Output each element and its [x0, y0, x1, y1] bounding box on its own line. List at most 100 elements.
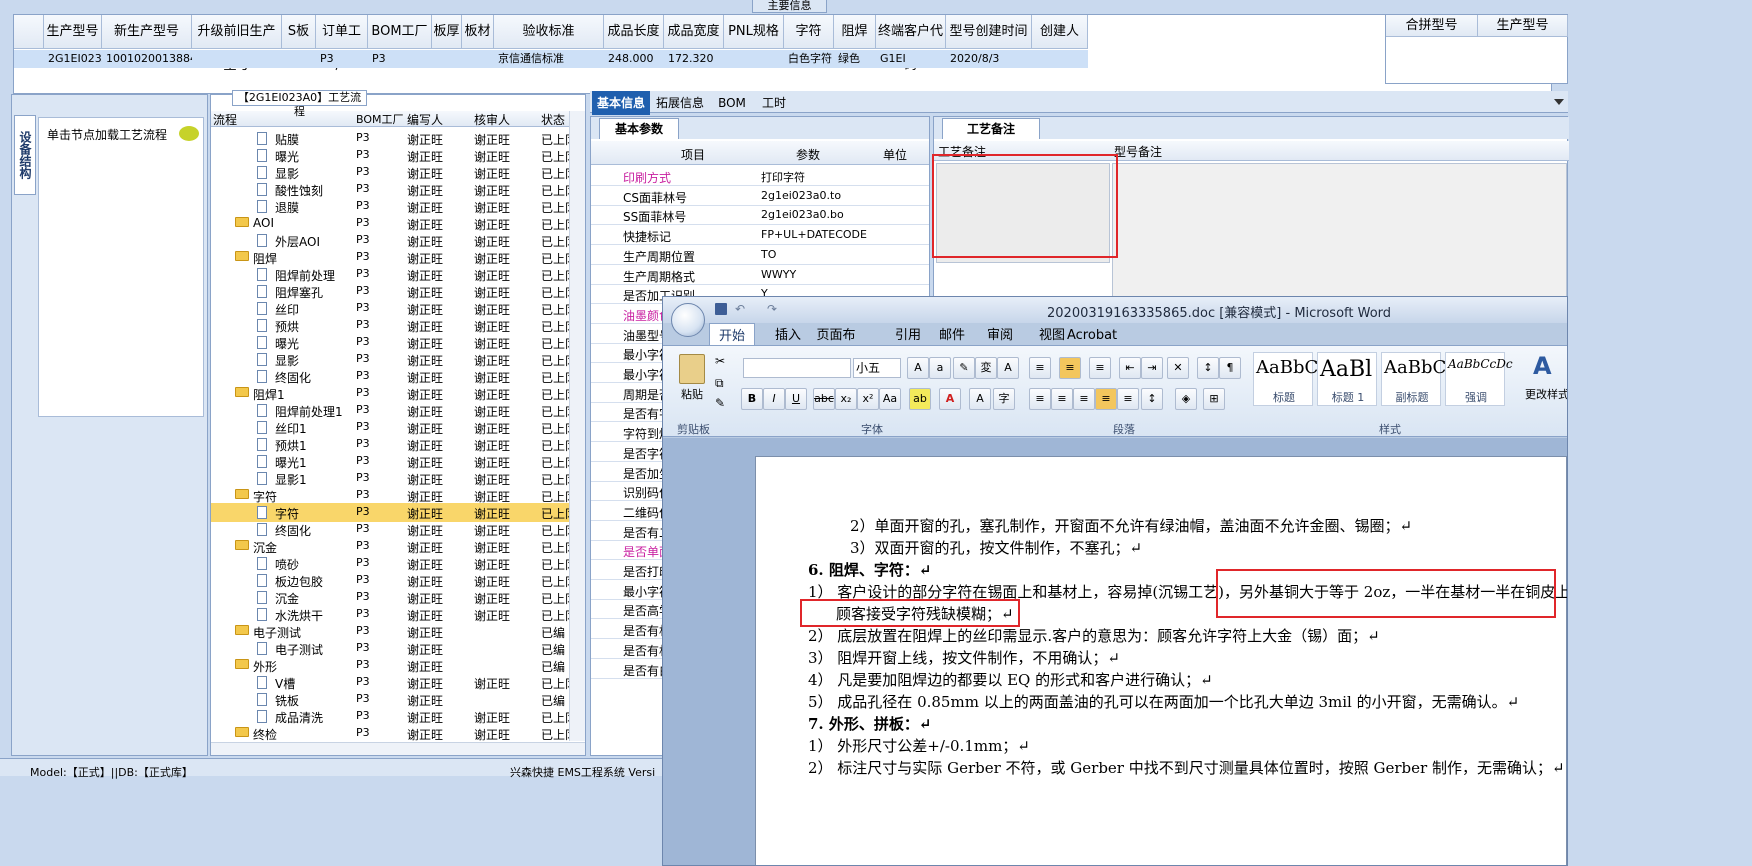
bold-icon[interactable]: B: [741, 388, 763, 410]
phonetic-icon[interactable]: 変: [975, 357, 997, 379]
decrease-indent-icon[interactable]: ⇤: [1119, 357, 1141, 379]
param-value[interactable]: FP+UL+DATECODE: [761, 228, 867, 241]
col-writer[interactable]: 编写人: [407, 111, 443, 128]
col-item[interactable]: 项目: [681, 146, 705, 163]
param-row[interactable]: CS面菲林号 2g1ei023a0.to: [591, 186, 929, 206]
top-row-cell[interactable]: [1032, 50, 1088, 68]
shading-icon[interactable]: ◈: [1175, 388, 1197, 410]
cut-icon[interactable]: ✂: [715, 354, 725, 368]
align-left-icon[interactable]: ≡: [1029, 388, 1051, 410]
align-right-icon[interactable]: ≡: [1073, 388, 1095, 410]
vertical-scrollbar[interactable]: [569, 111, 585, 741]
top-row-cell[interactable]: [432, 50, 462, 68]
top-row-cell[interactable]: 172.320: [664, 50, 724, 68]
param-value[interactable]: TO: [761, 248, 776, 261]
device-structure-tab[interactable]: 设备结构: [14, 115, 36, 195]
col-reviewer[interactable]: 核审人: [474, 111, 510, 128]
tab-bom[interactable]: BOM: [712, 91, 752, 115]
param-value[interactable]: 2g1ei023a0.to: [761, 189, 841, 202]
top-col-header[interactable]: 创建人: [1032, 15, 1088, 49]
paste-icon[interactable]: [679, 354, 705, 384]
multilevel-icon[interactable]: ≡: [1089, 357, 1111, 379]
document-page[interactable]: 2）单面开窗的孔，塞孔制作，开窗面不允许有绿油帽，盖油面不允许金圈、锡圈；↵ 3）…: [755, 456, 1567, 865]
param-value[interactable]: WWYY: [761, 268, 796, 281]
top-col-header[interactable]: 生产型号: [44, 15, 102, 49]
top-row-cell[interactable]: [724, 50, 784, 68]
bullets-icon[interactable]: ≡: [1029, 357, 1051, 379]
top-col-header[interactable]: 字符: [784, 15, 834, 49]
top-row-cell[interactable]: P3: [368, 50, 432, 68]
style-item[interactable]: AaBbC 标题: [1253, 352, 1318, 406]
highlight-icon[interactable]: ab: [909, 388, 931, 410]
top-row-cell[interactable]: [192, 50, 282, 68]
change-styles-icon[interactable]: A: [1533, 352, 1552, 380]
param-row[interactable]: 印刷方式 打印字符: [591, 166, 929, 186]
top-row-cell[interactable]: [462, 50, 494, 68]
top-row-cell[interactable]: 白色字符: [784, 50, 834, 68]
param-value[interactable]: 打印字符: [761, 169, 805, 185]
craft-notes-tab[interactable]: 工艺备注: [942, 118, 1040, 139]
show-marks-icon[interactable]: ¶: [1219, 357, 1241, 379]
param-row[interactable]: 生产周期位置 TO: [591, 245, 929, 265]
char-border-icon[interactable]: A: [997, 357, 1019, 379]
horizontal-scrollbar[interactable]: [211, 742, 585, 755]
top-row-cell[interactable]: 10010200138841: [102, 50, 204, 68]
font-size-select[interactable]: 小五: [853, 358, 901, 378]
top-col-header[interactable]: S板: [282, 15, 316, 49]
top-col-header[interactable]: 升级前旧生产型号: [192, 15, 282, 73]
param-row[interactable]: 生产周期格式 WWYY: [591, 265, 929, 285]
top-col-header[interactable]: PNL规格: [724, 15, 784, 49]
redo-icon[interactable]: ↷: [767, 302, 777, 316]
tab-ext-info[interactable]: 拓展信息: [652, 91, 708, 115]
char-shading-icon[interactable]: A: [969, 388, 991, 410]
top-col-header[interactable]: BOM工厂: [368, 15, 432, 49]
style-item[interactable]: AaBl 标题 1: [1317, 352, 1377, 406]
top-row-cell[interactable]: 2G1EI023A0: [44, 50, 116, 68]
font-name-select[interactable]: [743, 358, 851, 378]
top-col-header[interactable]: 订单工厂: [316, 15, 368, 73]
top-col-header[interactable]: 阻焊: [834, 15, 876, 49]
tab-hours[interactable]: 工时: [752, 91, 796, 115]
top-col-header[interactable]: 新生产型号: [102, 15, 192, 49]
top-col-header[interactable]: 验收标准: [494, 15, 604, 49]
col-value[interactable]: 参数: [796, 146, 820, 163]
tab-basic-info[interactable]: 基本信息: [592, 91, 650, 115]
top-row-cell[interactable]: 京信通信标准: [494, 50, 604, 68]
style-item[interactable]: AaBbC 副标题: [1381, 352, 1446, 406]
top-row-cell[interactable]: 248.000: [604, 50, 664, 68]
top-row-cell[interactable]: 2020/8/3: [946, 50, 1032, 68]
distribute-icon[interactable]: ≡: [1117, 388, 1139, 410]
copy-icon[interactable]: ⧉: [715, 376, 724, 391]
top-col-header[interactable]: 终端客户代码: [876, 15, 946, 73]
line-spacing-icon[interactable]: ↕: [1141, 388, 1163, 410]
top-row-cell[interactable]: [282, 50, 316, 68]
superscript-icon[interactable]: x²: [857, 388, 879, 410]
numbering-icon[interactable]: ≡: [1059, 357, 1081, 379]
increase-indent-icon[interactable]: ⇥: [1141, 357, 1163, 379]
param-value[interactable]: 2g1ei023a0.bo: [761, 208, 844, 221]
sort-icon[interactable]: ↕: [1197, 357, 1219, 379]
col-unit[interactable]: 单位: [883, 146, 907, 163]
top-col-header[interactable]: 型号创建时间: [946, 15, 1032, 49]
font-color-icon[interactable]: A: [939, 388, 961, 410]
top-row-cell[interactable]: G1EI: [876, 50, 946, 68]
col-process[interactable]: 流程: [213, 111, 237, 128]
underline-icon[interactable]: U: [785, 388, 807, 410]
clear-format-icon[interactable]: ✎: [953, 357, 975, 379]
borders-icon[interactable]: ⊞: [1203, 388, 1225, 410]
basic-params-tab[interactable]: 基本参数: [599, 118, 679, 139]
justify-icon[interactable]: ≡: [1095, 388, 1117, 410]
strikethrough-icon[interactable]: abc: [813, 388, 835, 410]
save-icon[interactable]: [715, 303, 727, 315]
col-status[interactable]: 状态: [541, 111, 565, 128]
enclose-char-icon[interactable]: 字: [993, 388, 1015, 410]
change-styles-label[interactable]: 更改样式: [1525, 386, 1567, 402]
italic-icon[interactable]: I: [763, 388, 785, 410]
top-row-cell[interactable]: 绿色: [834, 50, 876, 68]
top-row-cell[interactable]: P3: [316, 50, 368, 68]
format-painter-icon[interactable]: ✎: [715, 396, 725, 410]
change-case-icon[interactable]: Aa: [879, 388, 901, 410]
param-row[interactable]: 快捷标记 FP+UL+DATECODE: [591, 225, 929, 246]
style-item[interactable]: AaBbCcDc 强调: [1445, 352, 1513, 406]
load-process-box[interactable]: 单击节点加载工艺流程: [38, 117, 204, 417]
